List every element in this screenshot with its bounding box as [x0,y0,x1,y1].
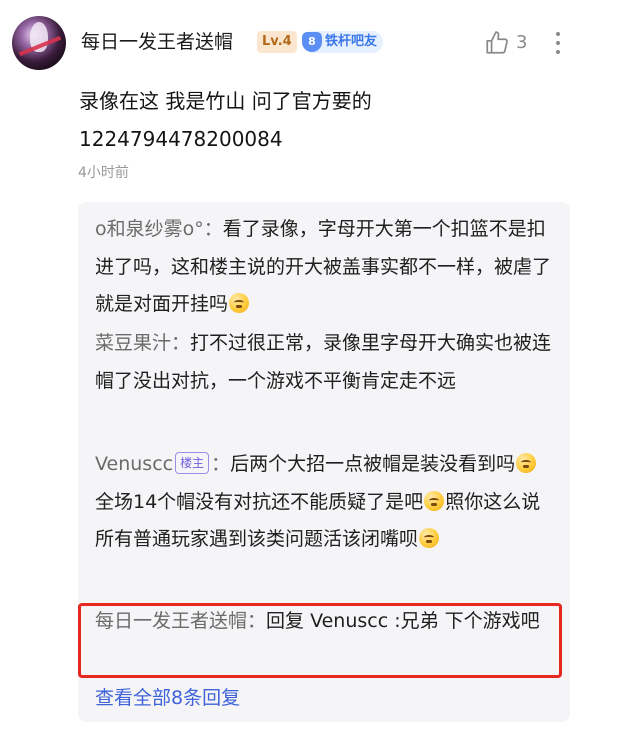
comment-text-line: 1224794478200084 [79,127,283,151]
fan-badge-number: 8 [302,32,322,52]
like-button[interactable]: 3 [484,30,527,56]
reply-text: 全场14个帽没有对抗还不能质疑了是吧 [95,490,424,513]
reply-separator: ： [247,610,267,632]
reply-text: 后两个大招一点被帽是装没看到吗 [230,453,516,475]
view-all-replies-link[interactable]: 查看全部8条回复 [95,684,240,712]
reply-separator: ： [211,453,231,475]
reply-separator: ： [203,218,223,240]
avatar[interactable] [12,16,66,70]
comment-username[interactable]: 每日一发王者送帽 [81,29,233,55]
reply-item[interactable]: 每日一发王者送帽：回复 Venuscc :兄弟 下个游戏吧 [95,603,555,641]
more-vertical-icon[interactable] [546,28,570,58]
reply-item[interactable]: o和泉纱雾o°：看了录像，字母开大第一个扣篮不是扣进了吗，这和楼主说的开大被盖事… [95,211,555,324]
comment-time: 4小时前 [78,165,129,181]
comment-text-line: 录像在这 我是竹山 问了官方要的 [79,89,372,113]
reply-author[interactable]: o和泉纱雾o° [95,218,204,240]
sweat-smile-emoji-icon [516,453,537,473]
like-count: 3 [516,32,528,53]
reply-author[interactable]: 每日一发王者送帽 [95,610,247,632]
sweat-smile-emoji-icon [229,293,250,313]
reply-separator: ： [171,332,191,354]
thumbs-up-icon [486,31,508,54]
reply-text: 回复 Venuscc :兄弟 下个游戏吧 [266,610,540,632]
reply-item[interactable]: 菜豆果汁：打不过很正常，录像里字母开大确实也被连帽了没出对抗，一个游戏不平衡肯定… [95,325,555,400]
sweat-smile-emoji-icon [424,490,445,511]
sweat-smile-emoji-icon [419,528,440,548]
op-tag: 楼主 [175,452,210,474]
reply-author[interactable]: Venuscc [95,453,173,475]
reply-item[interactable]: Venuscc 楼主 ：后两个大招一点被帽是装没看到吗全场14个帽没有对抗还不能质疑… [95,446,555,559]
reply-author[interactable]: 菜豆果汁 [95,332,171,354]
level-badge: Lv.4 [257,31,297,53]
fan-badge[interactable]: 8 铁杆吧友 [302,31,384,53]
fan-badge-label: 铁杆吧友 [325,34,378,49]
comment-body: 录像在这 我是竹山 问了官方要的 1224794478200084 [79,82,599,158]
